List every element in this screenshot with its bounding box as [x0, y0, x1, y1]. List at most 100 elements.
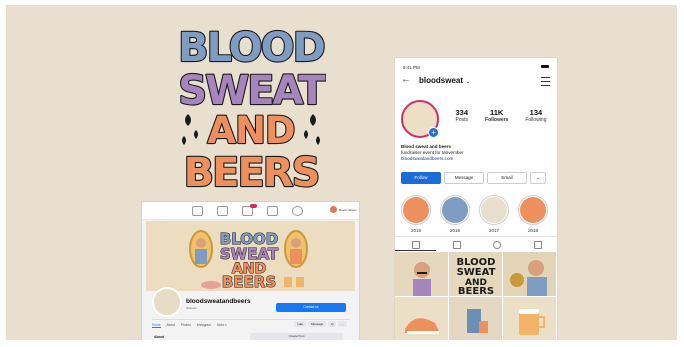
highlight-label: 2018: [527, 228, 538, 233]
followers-stat[interactable]: 11K Followers: [485, 108, 508, 123]
logo-artwork: BLOOD SWEAT AND BEERS: [177, 24, 329, 197]
highlight-cover: [557, 195, 558, 225]
list-icon: [452, 241, 461, 249]
more-options-button[interactable]: ...: [338, 321, 347, 327]
battery-icon: [541, 65, 549, 68]
logo-word-sweat: SWEAT: [178, 68, 326, 114]
instagram-bio: Blood sweat and beers fundraiser event f…: [401, 144, 464, 162]
add-story-icon[interactable]: +: [428, 127, 439, 138]
story-highlights: 2018 2018 2017 2018 2016: [401, 195, 558, 233]
tab-photos[interactable]: Photos: [181, 323, 191, 327]
about-heading: About: [154, 335, 165, 339]
like-button[interactable]: Like: [294, 321, 306, 327]
highlight-cover-fill: [403, 197, 429, 223]
tab-about[interactable]: About: [167, 323, 175, 327]
followers-label: Followers: [485, 117, 509, 123]
highlight-cover: [479, 195, 509, 225]
facebook-page-category: Website: [186, 306, 197, 310]
highlight-cover-fill: [520, 197, 546, 223]
tab-home[interactable]: Home: [152, 323, 161, 328]
email-button[interactable]: Email: [487, 172, 527, 184]
facebook-page-name: bloodsweatandbeers: [186, 298, 251, 305]
more-dropdown-button[interactable]: ⌄: [530, 172, 546, 184]
story-highlight[interactable]: 2017: [479, 195, 509, 233]
highlight-cover-fill: [481, 197, 507, 223]
facebook-cover-photo: BLOOD SWEAT AND BEERS: [146, 221, 355, 292]
groups-icon[interactable]: [292, 206, 303, 216]
instagram-action-buttons: Follow Message Email ⌄: [401, 172, 551, 184]
flag-icon[interactable]: [217, 206, 228, 216]
post-thumbnail[interactable]: [503, 252, 556, 296]
facebook-user-chip[interactable]: Brook Hinson: [329, 206, 357, 213]
back-arrow-icon[interactable]: ←: [401, 75, 411, 85]
logo-word-blood: BLOOD: [178, 25, 325, 71]
instagram-content-tabs: [395, 236, 557, 251]
story-highlight[interactable]: 2018: [518, 195, 548, 233]
tab-more[interactable]: More ▾: [217, 323, 227, 327]
post-thumbnail[interactable]: BLOOD SWEAT AND BEERS: [449, 252, 502, 296]
post-thumbnail[interactable]: [503, 297, 556, 340]
location-pin-icon: [493, 241, 502, 249]
highlight-cover: [518, 195, 548, 225]
blood-sweat-and-beers-logo: BLOOD SWEAT AND BEERS: [176, 21, 329, 199]
instagram-username-text: bloodsweat: [419, 76, 464, 85]
facebook-page-mockup: Brook Hinson BLOOD SWEAT AND BEERS blood…: [141, 201, 360, 340]
notification-badge: [250, 204, 257, 208]
instagram-username[interactable]: bloodsweat ⌄: [419, 76, 470, 85]
marketplace-icon[interactable]: [267, 206, 278, 216]
post-thumbnail[interactable]: [449, 297, 502, 340]
follow-button[interactable]: Follow: [401, 172, 441, 184]
create-post-button[interactable]: Create Post: [250, 333, 343, 340]
tab-location[interactable]: [476, 237, 517, 251]
facebook-page-actions: Like Message Q ...: [294, 321, 347, 327]
followers-count: 11K: [490, 108, 504, 117]
instagram-post-grid: BLOOD SWEAT AND BEERS: [395, 252, 557, 340]
message-button[interactable]: Message: [307, 321, 327, 327]
cover-illustration: BLOOD SWEAT AND BEERS: [189, 230, 308, 292]
tagged-icon: [533, 241, 542, 249]
story-highlight[interactable]: 2018: [401, 195, 431, 233]
posts-stat[interactable]: 334 Posts: [456, 108, 469, 123]
home-icon[interactable]: [192, 206, 203, 216]
instagram-profile-picture[interactable]: +: [401, 100, 439, 138]
thumb-word-sweat: SWEAT: [457, 267, 496, 278]
highlight-cover: [440, 195, 470, 225]
logo-word-beers: BEERS: [184, 150, 319, 196]
facebook-top-bar: Brook Hinson: [142, 202, 359, 220]
instagram-stats: 334 Posts 11K Followers 134 Following: [447, 108, 555, 123]
highlight-label: 2018: [449, 228, 460, 233]
message-button[interactable]: Message: [444, 172, 484, 184]
cover-word-beers: BEERS: [222, 273, 276, 291]
tab-grid[interactable]: [395, 237, 436, 251]
contact-us-button[interactable]: Contact us: [276, 303, 346, 312]
highlight-label: 2016: [557, 228, 558, 233]
story-highlight[interactable]: 2016: [557, 195, 558, 233]
tab-tagged[interactable]: [517, 237, 558, 251]
bio-link[interactable]: bloodsweatandbeers.com: [401, 156, 464, 162]
highlight-cover: [401, 195, 431, 225]
posts-label: Posts: [455, 117, 469, 123]
hamburger-menu-icon[interactable]: [541, 77, 550, 86]
following-count: 134: [529, 108, 543, 117]
posts-count: 334: [455, 108, 469, 117]
logo-word-and: AND: [207, 109, 294, 152]
facebook-user-name: Brook Hinson: [338, 207, 357, 212]
facebook-profile-picture[interactable]: [152, 287, 182, 317]
user-avatar: [329, 206, 337, 213]
instagram-profile-mockup: 9:41 PM ← bloodsweat ⌄ + 334 Posts 11K F…: [394, 57, 558, 340]
post-thumbnail[interactable]: [395, 252, 448, 296]
chevron-down-icon: ⌄: [465, 79, 471, 85]
thumb-word-beers: BEERS: [458, 286, 494, 296]
tab-instagram[interactable]: Instagram: [197, 323, 211, 327]
instagram-header: ← bloodsweat ⌄: [395, 72, 557, 90]
following-stat[interactable]: 134 Following: [525, 108, 546, 123]
search-button[interactable]: Q: [328, 321, 337, 327]
story-highlight[interactable]: 2018: [440, 195, 470, 233]
status-time: 9:41 PM: [403, 65, 420, 70]
highlight-label: 2018: [410, 228, 421, 233]
highlight-cover-fill: [442, 197, 468, 223]
highlight-label: 2017: [488, 228, 499, 233]
post-thumbnail[interactable]: [395, 297, 448, 340]
presentation-canvas: BLOOD SWEAT AND BEERS Brook Hinson BLOOD…: [6, 5, 677, 340]
tab-list[interactable]: [436, 237, 477, 251]
